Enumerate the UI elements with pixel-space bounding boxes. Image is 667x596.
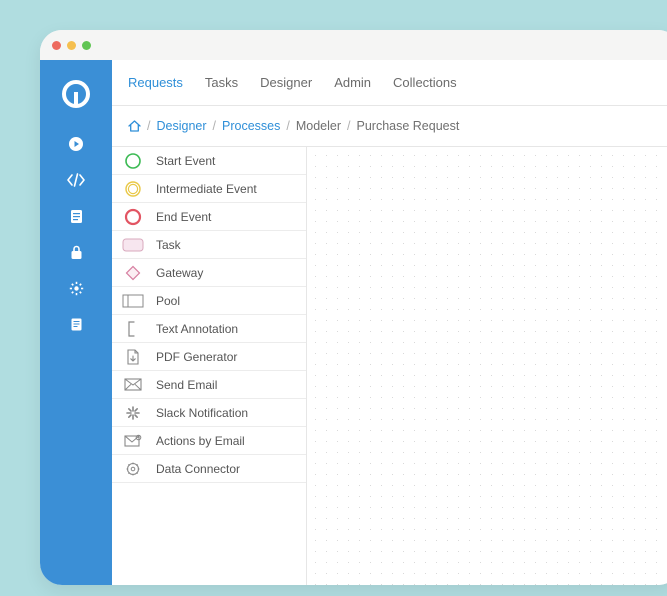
palette-item-label: Pool xyxy=(156,294,180,308)
palette-text-annotation[interactable]: Text Annotation xyxy=(112,315,306,343)
palette-start-event[interactable]: Start Event xyxy=(112,147,306,175)
workspace: Start Event Intermediate Event End Event xyxy=(112,146,667,585)
breadcrumb-home-icon[interactable] xyxy=(128,120,141,132)
pool-icon xyxy=(122,292,144,310)
nav-designer[interactable]: Designer xyxy=(260,75,312,90)
palette-item-label: Actions by Email xyxy=(156,434,245,448)
palette-actions-by-email[interactable]: Actions by Email xyxy=(112,427,306,455)
gear-icon[interactable] xyxy=(66,278,86,298)
window-zoom-icon[interactable] xyxy=(82,41,91,50)
palette-item-label: Text Annotation xyxy=(156,322,238,336)
palette-item-label: PDF Generator xyxy=(156,350,237,364)
slack-notification-icon xyxy=(122,404,144,422)
breadcrumb: / Designer / Processes / Modeler / Purch… xyxy=(112,106,667,146)
play-circle-icon[interactable] xyxy=(66,134,86,154)
breadcrumb-processes[interactable]: Processes xyxy=(222,119,280,133)
app-window: Requests Tasks Designer Admin Collection… xyxy=(40,30,667,585)
palette-item-label: Send Email xyxy=(156,378,217,392)
nav-collections[interactable]: Collections xyxy=(393,75,457,90)
window-close-icon[interactable] xyxy=(52,41,61,50)
text-annotation-icon xyxy=(122,320,144,338)
modeler-canvas[interactable] xyxy=(307,147,667,585)
intermediate-event-icon xyxy=(122,180,144,198)
app-logo[interactable] xyxy=(52,70,100,118)
palette-item-label: Start Event xyxy=(156,154,215,168)
top-nav: Requests Tasks Designer Admin Collection… xyxy=(112,60,667,106)
palette-gateway[interactable]: Gateway xyxy=(112,259,306,287)
palette-item-label: Gateway xyxy=(156,266,203,280)
breadcrumb-separator: / xyxy=(147,119,150,133)
palette-slack-notification[interactable]: Slack Notification xyxy=(112,399,306,427)
document-icon[interactable] xyxy=(66,206,86,226)
breadcrumb-separator: / xyxy=(213,119,216,133)
palette-item-label: End Event xyxy=(156,210,211,224)
task-icon xyxy=(122,236,144,254)
palette-pdf-generator[interactable]: PDF Generator xyxy=(112,343,306,371)
main-area: Requests Tasks Designer Admin Collection… xyxy=(112,60,667,585)
nav-tasks[interactable]: Tasks xyxy=(205,75,238,90)
app-body: Requests Tasks Designer Admin Collection… xyxy=(40,60,667,585)
breadcrumb-separator: / xyxy=(347,119,350,133)
breadcrumb-separator: / xyxy=(286,119,289,133)
sidebar xyxy=(40,60,112,585)
palette-pool[interactable]: Pool xyxy=(112,287,306,315)
data-connector-icon xyxy=(122,460,144,478)
gateway-icon xyxy=(122,264,144,282)
breadcrumb-designer[interactable]: Designer xyxy=(156,119,206,133)
element-palette: Start Event Intermediate Event End Event xyxy=(112,147,307,585)
palette-item-label: Intermediate Event xyxy=(156,182,257,196)
palette-item-label: Data Connector xyxy=(156,462,240,476)
window-titlebar xyxy=(40,30,667,60)
palette-intermediate-event[interactable]: Intermediate Event xyxy=(112,175,306,203)
code-icon[interactable] xyxy=(66,170,86,190)
palette-end-event[interactable]: End Event xyxy=(112,203,306,231)
lock-icon[interactable] xyxy=(66,242,86,262)
palette-item-label: Task xyxy=(156,238,181,252)
send-email-icon xyxy=(122,376,144,394)
palette-item-label: Slack Notification xyxy=(156,406,248,420)
palette-send-email[interactable]: Send Email xyxy=(112,371,306,399)
window-minimize-icon[interactable] xyxy=(67,41,76,50)
start-event-icon xyxy=(122,152,144,170)
clipboard-icon[interactable] xyxy=(66,314,86,334)
breadcrumb-purchase-request: Purchase Request xyxy=(357,119,460,133)
breadcrumb-modeler: Modeler xyxy=(296,119,341,133)
nav-requests[interactable]: Requests xyxy=(128,75,183,90)
pdf-generator-icon xyxy=(122,348,144,366)
nav-admin[interactable]: Admin xyxy=(334,75,371,90)
end-event-icon xyxy=(122,208,144,226)
palette-task[interactable]: Task xyxy=(112,231,306,259)
palette-data-connector[interactable]: Data Connector xyxy=(112,455,306,483)
actions-by-email-icon xyxy=(122,432,144,450)
